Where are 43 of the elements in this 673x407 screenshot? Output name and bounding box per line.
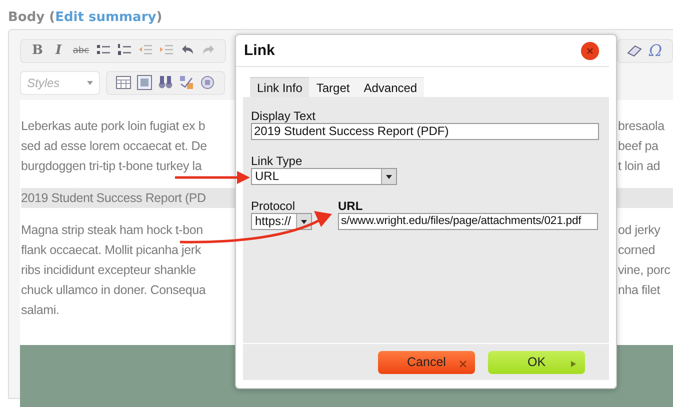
body-text: chuck ullamco in doner. Consequa xyxy=(21,282,206,299)
target-icon[interactable] xyxy=(199,74,216,91)
body-text: ribs incididunt excepteur shankle xyxy=(21,262,196,279)
body-text: burgdoggen tri-tip t-bone turkey la xyxy=(21,158,202,175)
close-icon[interactable] xyxy=(581,42,599,60)
format-button[interactable]: abc xyxy=(71,42,91,59)
body-text: salami. xyxy=(21,302,60,319)
tab[interactable]: Target xyxy=(309,77,357,97)
body-text: bresaola xyxy=(618,118,666,135)
body-text: vine, porc xyxy=(618,262,672,279)
body-text: sed ad esse lorem occaecat et. De xyxy=(21,138,207,155)
body-text: Leberkas aute pork loin fugiat ex b xyxy=(21,118,206,135)
field-label: Protocol xyxy=(251,199,296,213)
body-text: beef pa xyxy=(618,138,660,155)
body-text: flank occaecat. Mollit picanha jerk xyxy=(21,242,201,259)
body-text: nha filet xyxy=(618,282,662,299)
format-button[interactable]: B xyxy=(29,42,46,59)
link-text: 2019 Student Success Report (PD xyxy=(21,190,206,207)
close-icon xyxy=(459,360,467,368)
tab[interactable]: Advanced xyxy=(356,77,424,97)
tab[interactable]: Link Info xyxy=(250,77,310,97)
table-icon[interactable] xyxy=(115,74,132,91)
frame-icon[interactable] xyxy=(136,74,153,91)
url-field[interactable]: s/www.wright.edu/files/page/attachments/021.pdf xyxy=(338,213,598,230)
field-label: Display Text xyxy=(251,109,316,123)
body-text: corned xyxy=(618,242,656,259)
field-label: Body ( xyxy=(8,10,56,25)
binoculars-icon[interactable] xyxy=(157,74,174,91)
body-text: t loin ad xyxy=(618,158,661,175)
body-text: od jerky xyxy=(618,222,662,239)
protocol-select[interactable]: https:// xyxy=(251,213,312,230)
dialog-title: Link xyxy=(244,42,275,59)
format-button[interactable]: I xyxy=(50,42,67,59)
body-text: Magna strip steak ham hock t-bon xyxy=(21,222,203,239)
spellcheck-icon[interactable] xyxy=(178,74,195,91)
display-text-field[interactable]: 2019 Student Success Report (PDF) xyxy=(251,123,599,140)
field-label: URL xyxy=(338,199,364,213)
field-label: Link Type xyxy=(251,154,304,168)
field-label: ) xyxy=(156,10,162,25)
ok-button[interactable]: OK xyxy=(488,350,585,374)
cancel-button[interactable]: Cancel xyxy=(378,350,475,374)
link-type-select[interactable]: URL xyxy=(251,168,397,185)
play-icon xyxy=(569,360,577,368)
